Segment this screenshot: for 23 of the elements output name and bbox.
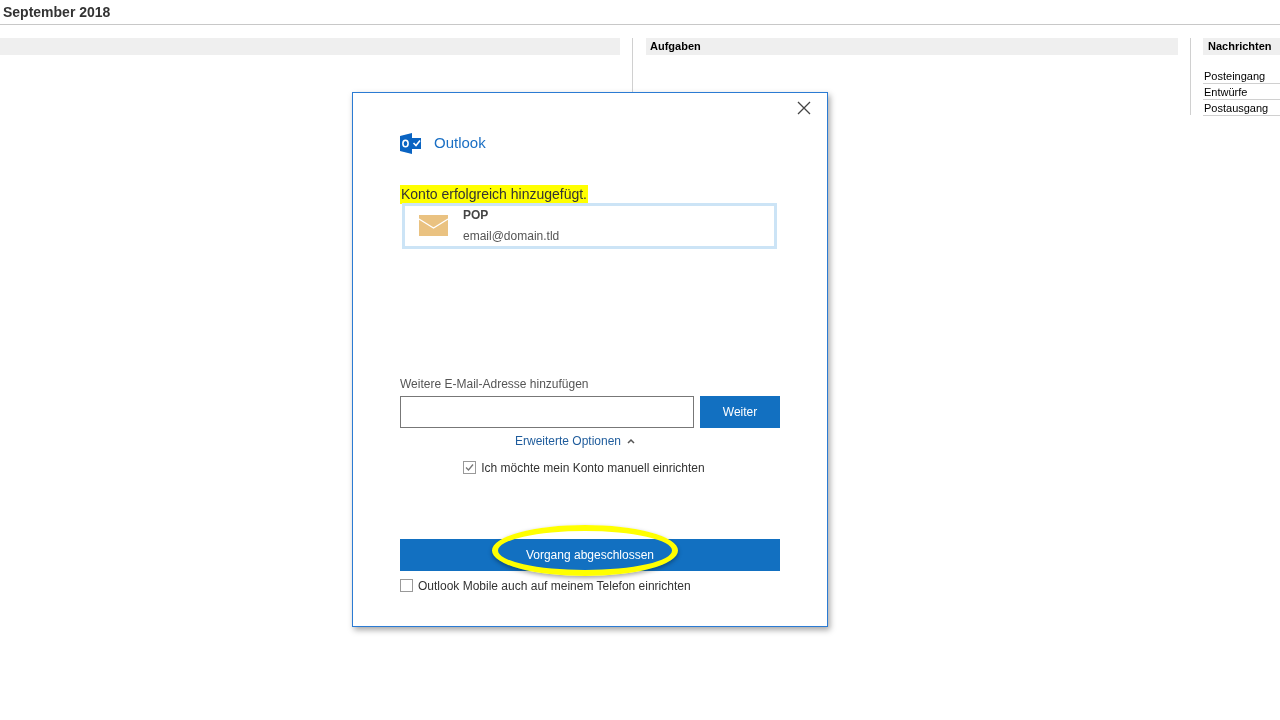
email-input-field[interactable]	[400, 395, 694, 428]
folder-item[interactable]: Postausgang	[1203, 100, 1280, 116]
brand-name: Outlook	[434, 133, 486, 153]
caret-icon[interactable]	[627, 437, 636, 444]
tasks-title: Aufgaben	[650, 39, 701, 55]
advanced-options-link[interactable]: Erweiterte Optionen	[514, 431, 622, 450]
calendar-title: September 2018	[3, 2, 111, 22]
checkbox[interactable]	[463, 461, 477, 474]
checkbox-label: Outlook Mobile auch auf meinem Telefon einrichten	[418, 577, 691, 595]
next-button[interactable]: Weiter	[700, 395, 780, 428]
folder-item[interactable]: Posteingang	[1203, 68, 1280, 84]
account-email: email@domain.tld	[463, 228, 560, 245]
success-message: Konto erfolgreich hinzugefügt.	[400, 184, 588, 204]
account-type: POP	[463, 207, 490, 224]
envelope-icon	[419, 215, 448, 236]
checkbox[interactable]	[400, 579, 413, 592]
finish-button[interactable]: Vorgang abgeschlossen	[400, 538, 780, 571]
close-icon[interactable]	[797, 101, 811, 115]
checkbox-label: Ich möchte mein Konto manuell einrichten	[481, 459, 705, 477]
folder-item[interactable]: Entwürfe	[1203, 84, 1280, 100]
messages-title: Nachrichten	[1208, 39, 1272, 55]
field-label: Weitere E-Mail-Adresse hinzufügen	[400, 375, 590, 393]
outlook-logo-icon	[400, 132, 421, 154]
